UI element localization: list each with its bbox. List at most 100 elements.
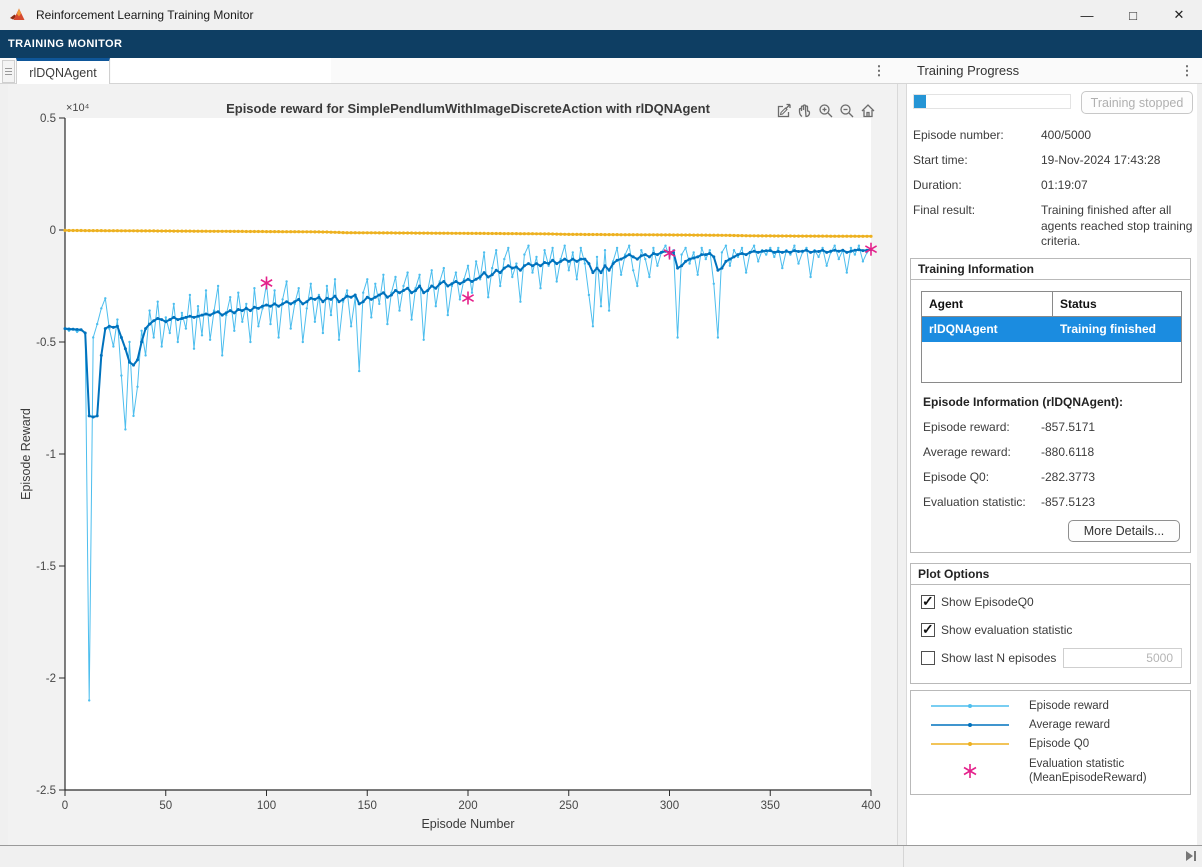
svg-text:0: 0: [62, 800, 68, 812]
episode-number-label: Episode number:: [913, 128, 1004, 142]
plot-options-section: Plot Options Show EpisodeQ0 Show evaluat…: [910, 563, 1191, 684]
checkbox-icon[interactable]: [921, 651, 935, 665]
final-result-value: Training finished after all agents reach…: [1041, 203, 1193, 250]
checkbox-icon[interactable]: [921, 623, 935, 637]
agent-cell: rlDQNAgent: [922, 317, 1052, 342]
training-progress-fill: [914, 95, 926, 108]
checkbox-label: Show evaluation statistic: [941, 623, 1072, 637]
legend-entry: Episode reward: [911, 699, 1190, 713]
legend-entry: Evaluation statistic(MeanEpisodeReward): [911, 757, 1190, 786]
episode-q0-value: -282.3773: [1041, 470, 1095, 484]
matlab-logo-icon: [10, 7, 28, 23]
training-progress-bar: [913, 94, 1071, 109]
legend-label: Episode reward: [1029, 699, 1109, 713]
final-result-row: Final result: Training finished after al…: [913, 203, 1191, 217]
episode-information-title: Episode Information (rlDQNAgent):: [923, 395, 1123, 409]
training-chart: Episode reward for SimplePendlumWithImag…: [8, 84, 897, 845]
episode-q0-row: Episode Q0: -282.3773: [923, 470, 1183, 484]
status-bar: [0, 845, 1202, 866]
show-episodeq0-checkbox[interactable]: Show EpisodeQ0: [921, 595, 1034, 609]
panel-actions-kebab-icon[interactable]: ⋮: [1178, 61, 1196, 81]
evaluation-statistic-row: Evaluation statistic: -857.5123: [923, 495, 1183, 509]
title-bar: Reinforcement Learning Training Monitor …: [0, 0, 1202, 30]
checkbox-label: Show EpisodeQ0: [941, 595, 1034, 609]
svg-text:350: 350: [761, 800, 780, 812]
minimize-button[interactable]: —: [1064, 0, 1110, 30]
pan-icon[interactable]: [796, 102, 813, 119]
document-actions-kebab-icon[interactable]: ⋮: [870, 61, 888, 81]
average-reward-value: -880.6118: [1041, 445, 1094, 459]
restore-view-icon[interactable]: [859, 102, 876, 119]
tab-rldqnagent[interactable]: rlDQNAgent: [16, 58, 110, 84]
app-window: Reinforcement Learning Training Monitor …: [0, 0, 1202, 866]
figure-area: Episode reward for SimplePendlumWithImag…: [8, 84, 897, 845]
evaluation-statistic-value: -857.5123: [1041, 495, 1095, 509]
svg-text:-2.5: -2.5: [36, 785, 56, 797]
show-last-n-episodes-checkbox[interactable]: Show last N episodes: [921, 651, 1056, 665]
axes-toolbar: [775, 102, 876, 119]
progress-section: Training stopped Episode number: 400/500…: [907, 84, 1197, 258]
zoom-in-icon[interactable]: [817, 102, 834, 119]
duration-row: Duration: 01:19:07: [913, 178, 1191, 192]
svg-text:150: 150: [358, 800, 377, 812]
zoom-out-icon[interactable]: [838, 102, 855, 119]
panel-title: Training Progress: [917, 63, 1019, 78]
svg-text:×10⁴: ×10⁴: [66, 102, 90, 114]
chart-legend: Episode reward Average reward Episode Q0 Ev…: [910, 690, 1191, 795]
svg-text:Episode Reward: Episode Reward: [19, 408, 33, 500]
svg-text:-1: -1: [46, 449, 56, 461]
svg-text:-0.5: -0.5: [36, 337, 56, 349]
agent-status-table: Agent Status rlDQNAgent Training finishe…: [921, 291, 1182, 383]
n-episodes-input[interactable]: [1063, 648, 1182, 668]
svg-text:50: 50: [159, 800, 172, 812]
checkbox-icon[interactable]: [921, 595, 935, 609]
legend-label: Episode Q0: [1029, 737, 1089, 751]
svg-text:100: 100: [257, 800, 276, 812]
svg-text:Episode reward for SimplePendl: Episode reward for SimplePendlumWithImag…: [226, 101, 711, 116]
svg-text:0.5: 0.5: [40, 113, 56, 125]
ribbon-tab-training-monitor[interactable]: TRAINING MONITOR: [8, 38, 122, 50]
evaluation-statistic-label: Evaluation statistic:: [923, 495, 1026, 509]
export-icon[interactable]: [775, 102, 792, 119]
episode-reward-label: Episode reward:: [923, 420, 1010, 434]
legend-entry: Average reward: [911, 718, 1190, 732]
legend-line-sample: [911, 700, 1029, 712]
more-details-button[interactable]: More Details...: [1068, 520, 1180, 542]
svg-text:300: 300: [660, 800, 679, 812]
maximize-button[interactable]: □: [1110, 0, 1156, 30]
legend-line-sample: [911, 738, 1029, 750]
show-evaluation-statistic-checkbox[interactable]: Show evaluation statistic: [921, 623, 1072, 637]
duration-label: Duration:: [913, 178, 962, 192]
close-button[interactable]: ✕: [1156, 0, 1202, 30]
svg-text:400: 400: [861, 800, 880, 812]
start-time-label: Start time:: [913, 153, 968, 167]
table-row[interactable]: rlDQNAgent Training finished: [922, 317, 1181, 342]
start-time-value: 19-Nov-2024 17:43:28: [1041, 153, 1193, 169]
duration-value: 01:19:07: [1041, 178, 1193, 194]
toolstrip-ribbon: TRAINING MONITOR: [0, 30, 1202, 58]
svg-text:-1.5: -1.5: [36, 561, 56, 573]
window-title: Reinforcement Learning Training Monitor: [36, 8, 253, 22]
training-stopped-button[interactable]: Training stopped: [1081, 91, 1193, 114]
training-progress-panel: Training stopped Episode number: 400/500…: [907, 84, 1197, 845]
scroll-right-icon[interactable]: [1185, 849, 1197, 863]
svg-text:200: 200: [458, 800, 477, 812]
svg-text:Episode Number: Episode Number: [421, 817, 514, 831]
episode-reward-value: -857.5171: [1041, 420, 1095, 434]
status-bar-divider: [903, 846, 904, 867]
legend-line-sample: [911, 719, 1029, 731]
legend-label: Evaluation statistic(MeanEpisodeReward): [1029, 757, 1147, 786]
svg-text:0: 0: [50, 225, 56, 237]
svg-text:-2: -2: [46, 673, 56, 685]
checkbox-label: Show last N episodes: [941, 651, 1056, 665]
splitter[interactable]: [897, 84, 907, 845]
episode-number-row: Episode number: 400/5000: [913, 128, 1191, 142]
window-edge: [1197, 84, 1202, 845]
status-cell: Training finished: [1052, 317, 1181, 342]
tab-bar-blank: [111, 58, 331, 83]
episode-number-value: 400/5000: [1041, 128, 1193, 144]
table-header-row: Agent Status: [922, 292, 1181, 317]
legend-entry: Episode Q0: [911, 737, 1190, 751]
drag-grip-icon[interactable]: [2, 60, 15, 83]
agent-column-header: Agent: [922, 292, 1052, 316]
